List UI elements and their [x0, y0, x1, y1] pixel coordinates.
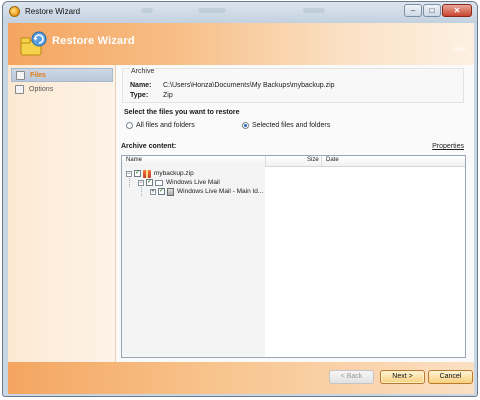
archive-group-title: Archive — [130, 68, 156, 75]
archive-type-label: Type: — [130, 92, 149, 99]
restore-wizard-icon — [20, 31, 47, 56]
wizard-sidebar: Files Options — [8, 65, 116, 362]
files-icon — [16, 71, 25, 80]
collapse-toggle[interactable]: − — [126, 170, 132, 177]
radio-button[interactable] — [126, 122, 133, 129]
radio-label: All files and folders — [136, 122, 195, 129]
restore-wizard-window: Restore Wizard – □ ✕ Restore Wizard File… — [2, 1, 478, 397]
collapse-toggle[interactable]: − — [138, 179, 144, 186]
column-date[interactable]: Date — [326, 157, 339, 163]
tree-connector — [129, 178, 130, 187]
minimize-button[interactable]: – — [404, 4, 422, 17]
checkbox[interactable]: ✓ — [146, 179, 153, 186]
column-divider[interactable] — [321, 156, 322, 166]
tree-node-label: Windows Live Mail - Main Id... — [177, 188, 264, 195]
maximize-button[interactable]: □ — [423, 4, 441, 17]
mail-icon — [155, 179, 163, 186]
tree-node-main-identity[interactable]: + ✓ Windows Live Mail - Main Id... — [150, 187, 263, 196]
radio-button[interactable] — [242, 122, 249, 129]
titlebar-blur — [141, 8, 153, 13]
checkbox[interactable]: ✓ — [158, 188, 165, 195]
titlebar-blur — [303, 8, 325, 13]
tree-connector — [141, 187, 142, 196]
app-icon — [9, 6, 20, 17]
column-name[interactable]: Name — [126, 157, 142, 163]
column-size[interactable]: Size — [307, 157, 319, 163]
archive-content-label: Archive content: — [121, 143, 177, 150]
banner-title: Restore Wizard — [52, 35, 135, 47]
archive-group: Archive Name: C:\Users\Honza\Documents\M… — [122, 68, 464, 103]
tree-node-mybackup[interactable]: − ✓ mybackup.zip — [126, 169, 194, 178]
wizard-banner: Restore Wizard Files — [8, 23, 474, 65]
tree-node-windows-live-mail[interactable]: − ✓ Windows Live Mail — [138, 178, 220, 187]
archive-type-value: Zip — [163, 92, 173, 99]
tree-node-label: Windows Live Mail — [166, 179, 220, 186]
properties-link[interactable]: Properties — [432, 143, 464, 150]
restore-section-title: Select the files you want to restore — [124, 109, 240, 116]
sidebar-item-files[interactable]: Files — [11, 68, 113, 82]
sidebar-item-options[interactable]: Options — [11, 83, 113, 97]
wizard-content: Files Options Archive Name: C:\Users\Hon… — [8, 65, 474, 362]
cancel-button[interactable]: Cancel — [428, 370, 473, 384]
files-page: Archive Name: C:\Users\Honza\Documents\M… — [116, 65, 474, 362]
tree-node-label: mybackup.zip — [154, 170, 194, 177]
archive-name-value: C:\Users\Honza\Documents\My Backups\myba… — [163, 82, 335, 89]
banner-step-label: Files — [453, 47, 466, 53]
close-button[interactable]: ✕ — [442, 4, 472, 17]
archive-name-label: Name: — [130, 82, 152, 89]
database-icon — [167, 187, 174, 196]
archive-content-tree[interactable]: Name Size Date − ✓ mybackup.zip − ✓ Wind… — [121, 155, 466, 358]
back-button[interactable]: < Back — [329, 370, 374, 384]
title-bar[interactable]: Restore Wizard – □ ✕ — [3, 2, 477, 23]
checkbox[interactable]: ✓ — [134, 170, 141, 177]
column-divider[interactable] — [265, 156, 266, 166]
radio-all-files[interactable]: All files and folders — [126, 122, 195, 129]
window-title: Restore Wizard — [25, 7, 81, 16]
radio-label: Selected files and folders — [252, 122, 331, 129]
wizard-footer: < Back Next > Cancel — [8, 362, 474, 394]
radio-selected-files[interactable]: Selected files and folders — [242, 122, 330, 129]
sidebar-item-label: Options — [29, 86, 54, 93]
next-button[interactable]: Next > — [380, 370, 425, 384]
zip-icon — [143, 169, 151, 178]
options-icon — [15, 85, 24, 94]
titlebar-blur — [198, 8, 226, 13]
sidebar-item-label: Files — [30, 72, 46, 79]
expand-toggle[interactable]: + — [150, 188, 156, 195]
